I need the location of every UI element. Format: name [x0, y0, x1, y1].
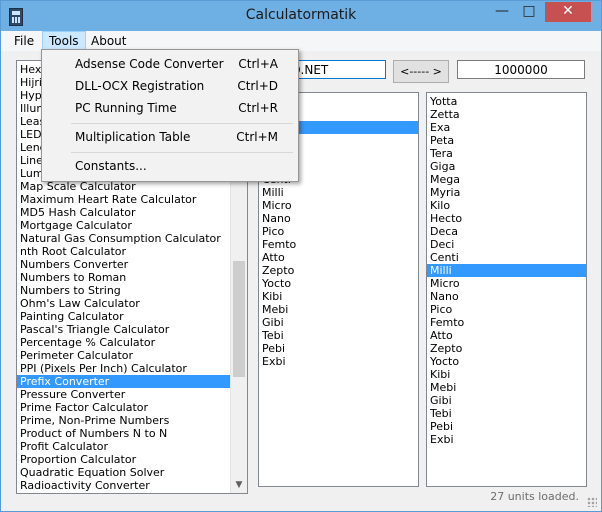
list-item[interactable]: Ohm's Law Calculator [17, 297, 231, 310]
list-item[interactable]: Pebi [259, 342, 418, 355]
list-item[interactable]: Pascal's Triangle Calculator [17, 323, 231, 336]
list-item[interactable]: Painting Calculator [17, 310, 231, 323]
list-item[interactable]: Exbi [427, 433, 586, 446]
menu-separator [71, 123, 293, 124]
list-item[interactable]: Mebi [427, 381, 586, 394]
menu-item-pc-running-time[interactable]: PC Running Time Ctrl+R [42, 97, 298, 119]
menu-item-shortcut: Ctrl+R [238, 101, 278, 115]
list-item[interactable]: PPI (Pixels Per Inch) Calculator [17, 362, 231, 375]
list-item[interactable]: Perimeter Calculator [17, 349, 231, 362]
value-input[interactable]: 1000000 [457, 60, 585, 79]
menu-item-label: DLL-OCX Registration [75, 79, 205, 93]
list-item[interactable]: Pebi [427, 420, 586, 433]
title-bar[interactable]: Calculatormatik — □ ✕ [1, 1, 601, 31]
list-item[interactable]: Yotta [427, 95, 586, 108]
tools-dropdown-menu: Adsense Code Converter Ctrl+A DLL-OCX Re… [41, 49, 299, 182]
list-item[interactable]: Prefix Converter [17, 375, 231, 388]
menu-about[interactable]: About [85, 32, 132, 50]
list-item[interactable]: Tebi [259, 329, 418, 342]
menu-file[interactable]: File [8, 32, 40, 50]
scroll-thumb[interactable] [233, 261, 245, 377]
menu-item-label: Multiplication Table [75, 130, 191, 144]
list-item[interactable]: MD5 Hash Calculator [17, 206, 231, 219]
list-item[interactable]: Nano [427, 290, 586, 303]
list-item[interactable]: Femto [427, 316, 586, 329]
list-item[interactable]: Giga [427, 160, 586, 173]
to-unit-list[interactable]: Yotta Zetta Exa Peta Tera Giga Mega Myria Kilo He… [426, 92, 587, 487]
list-item[interactable]: Numbers to String [17, 284, 231, 297]
list-item[interactable]: Mortgage Calculator [17, 219, 231, 232]
list-item[interactable]: Radioactivity Converter [17, 479, 231, 492]
menu-item-shortcut: Ctrl+A [238, 57, 278, 71]
list-item[interactable]: Peta [427, 134, 586, 147]
menu-tools[interactable]: Tools [42, 31, 86, 51]
list-item[interactable]: Pico [427, 303, 586, 316]
status-text: 27 units loaded. [490, 490, 579, 503]
list-item[interactable]: Hecto [427, 212, 586, 225]
list-item[interactable]: Femto [259, 238, 418, 251]
list-item[interactable]: Numbers Converter [17, 258, 231, 271]
list-item[interactable]: Pico [259, 225, 418, 238]
list-item[interactable]: Exbi [259, 355, 418, 368]
list-item[interactable]: Mega [427, 173, 586, 186]
list-item[interactable]: Kilo [427, 199, 586, 212]
menu-bar: File Tools About [1, 31, 601, 51]
list-item[interactable]: Maximum Heart Rate Calculator [17, 193, 231, 206]
list-item[interactable]: Yocto [427, 355, 586, 368]
menu-separator [71, 152, 293, 153]
list-item[interactable]: Nano [259, 212, 418, 225]
list-item[interactable]: Milli [427, 264, 586, 277]
resize-grip-icon[interactable] [587, 497, 597, 507]
scroll-down-icon[interactable]: ▼ [231, 477, 247, 493]
menu-item-multiplication-table[interactable]: Multiplication Table Ctrl+M [42, 126, 298, 148]
menu-item-label: PC Running Time [75, 101, 177, 115]
list-item[interactable]: Kibi [259, 290, 418, 303]
list-item[interactable]: Atto [427, 329, 586, 342]
list-item[interactable]: Pressure Converter [17, 388, 231, 401]
list-item[interactable]: Kibi [427, 368, 586, 381]
list-item[interactable]: Zepto [427, 342, 586, 355]
close-icon[interactable]: ✕ [545, 2, 591, 22]
list-item[interactable]: Atto [259, 251, 418, 264]
list-item[interactable]: Mebi [259, 303, 418, 316]
list-item[interactable]: Tebi [427, 407, 586, 420]
menu-item-label: Adsense Code Converter [75, 57, 224, 71]
list-item[interactable]: nth Root Calculator [17, 245, 231, 258]
list-item[interactable]: Numbers to Roman [17, 271, 231, 284]
menu-item-label: Constants... [75, 159, 147, 173]
menu-item-shortcut: Ctrl+M [236, 130, 278, 144]
maximize-icon[interactable]: □ [516, 2, 542, 22]
list-item[interactable]: Prime Factor Calculator [17, 401, 231, 414]
list-item[interactable]: Zetta [427, 108, 586, 121]
list-item[interactable]: Gibi [259, 316, 418, 329]
list-item[interactable]: Prime, Non-Prime Numbers [17, 414, 231, 427]
list-item[interactable]: Milli [259, 186, 418, 199]
list-item[interactable]: Yocto [259, 277, 418, 290]
list-item[interactable]: Gibi [427, 394, 586, 407]
menu-item-constants[interactable]: Constants... [42, 155, 298, 177]
menu-item-dll-registration[interactable]: DLL-OCX Registration Ctrl+D [42, 75, 298, 97]
menu-item-adsense[interactable]: Adsense Code Converter Ctrl+A [42, 53, 298, 75]
to-unit-list-items: Yotta Zetta Exa Peta Tera Giga Mega Myria Kilo He… [427, 95, 586, 446]
list-item[interactable]: Profit Calculator [17, 440, 231, 453]
list-item[interactable]: Product of Numbers N to N [17, 427, 231, 440]
list-item[interactable]: Exa [427, 121, 586, 134]
minimize-icon[interactable]: — [489, 2, 515, 22]
menu-item-shortcut: Ctrl+D [237, 79, 278, 93]
list-item[interactable]: Myria [427, 186, 586, 199]
list-item[interactable]: Quadratic Equation Solver [17, 466, 231, 479]
list-item[interactable]: Deca [427, 225, 586, 238]
swap-button[interactable]: <----- > [393, 60, 449, 83]
list-item[interactable]: Micro [259, 199, 418, 212]
list-item[interactable]: Micro [427, 277, 586, 290]
list-item[interactable]: Deci [427, 238, 586, 251]
list-item[interactable]: Tera [427, 147, 586, 160]
list-item[interactable]: Percentage % Calculator [17, 336, 231, 349]
list-item[interactable]: Natural Gas Consumption Calculator [17, 232, 231, 245]
list-item[interactable]: Proportion Calculator [17, 453, 231, 466]
list-item[interactable]: Centi [427, 251, 586, 264]
list-item[interactable]: Zepto [259, 264, 418, 277]
